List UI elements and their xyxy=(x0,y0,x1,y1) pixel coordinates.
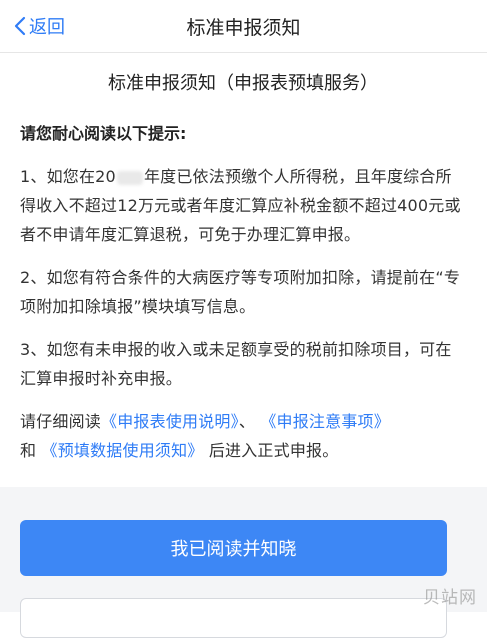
notice-item-1: 1、如您在20 年度已依法预缴个人所得税，且年度综合所得收入不超过12万元或者年度… xyxy=(20,162,466,249)
nav-bar: 返回 标准申报须知 xyxy=(0,0,487,52)
redacted-year xyxy=(116,170,143,185)
notice-content: 标准申报须知（申报表预填服务） 请您耐心阅读以下提示: 1、如您在20 年度已依法… xyxy=(20,70,466,479)
reading-separator: 、 xyxy=(238,412,256,431)
acknowledge-button[interactable]: 我已阅读并知晓 xyxy=(20,520,447,576)
reading-and: 和 xyxy=(20,441,37,460)
reading-links: 请仔细阅读《申报表使用说明》、 《申报注意事项》和 《预填数据使用须知》 后进入… xyxy=(20,407,466,465)
watermark: 贝站网 xyxy=(423,588,477,608)
link-prefill-data-notice[interactable]: 《预填数据使用须知》 xyxy=(42,441,204,460)
notice-item-2: 2、如您有符合条件的大病医疗等专项附加扣除，请提前在“专项附加扣除填报”模块填写… xyxy=(20,268,461,316)
link-form-instructions[interactable]: 《申报表使用说明》 xyxy=(101,412,239,431)
intro-heading: 请您耐心阅读以下提示: xyxy=(20,124,187,143)
page-title: 标准申报须知 xyxy=(186,17,301,39)
reading-outro: 后进入正式申报。 xyxy=(208,441,339,460)
reading-intro: 请仔细阅读 xyxy=(20,412,102,431)
notice-item-1-start: 1、如您在20 xyxy=(20,167,116,186)
document-title: 标准申报须知（申报表预填服务） xyxy=(108,73,378,94)
link-filing-notes[interactable]: 《申报注意事项》 xyxy=(260,412,390,431)
secondary-button[interactable] xyxy=(20,598,447,638)
nav-divider xyxy=(0,52,487,53)
notice-item-3: 3、如您有未申报的收入或未足额享受的税前扣除项目，可在汇算申报时补充申报。 xyxy=(20,340,452,388)
